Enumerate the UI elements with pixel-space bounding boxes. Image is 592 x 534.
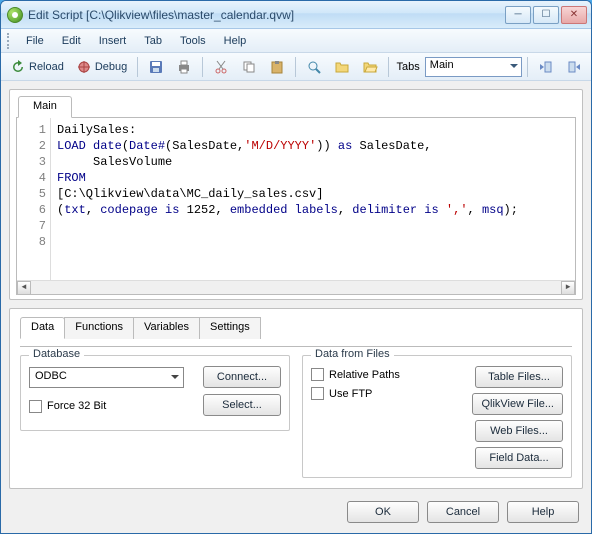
- code-text[interactable]: DailySales:LOAD date(Date#(SalesDate,'M/…: [51, 118, 575, 294]
- minimize-button[interactable]: ─: [505, 6, 531, 24]
- grip-icon: [7, 33, 11, 49]
- edit-script-window: Edit Script [C:\Qlikview\files\master_ca…: [0, 0, 592, 534]
- files-group: Data from Files Relative Paths Use FTP: [302, 355, 572, 478]
- content-area: Main 12345678 DailySales:LOAD date(Date#…: [1, 81, 591, 533]
- titlebar[interactable]: Edit Script [C:\Qlikview\files\master_ca…: [1, 1, 591, 29]
- debug-icon: [76, 59, 92, 75]
- web-files-button[interactable]: Web Files...: [475, 420, 563, 442]
- tab-move-left-button[interactable]: [533, 56, 559, 78]
- menu-tools[interactable]: Tools: [171, 32, 215, 50]
- maximize-button[interactable]: ☐: [533, 6, 559, 24]
- debug-label: Debug: [95, 61, 127, 73]
- save-icon: [148, 59, 164, 75]
- copy-button[interactable]: [236, 56, 262, 78]
- tab-data[interactable]: Data: [20, 317, 65, 339]
- use-ftp-checkbox[interactable]: Use FTP: [311, 387, 464, 400]
- find-button[interactable]: [301, 56, 327, 78]
- arrow-left-icon: [538, 59, 554, 75]
- app-icon: [7, 7, 23, 23]
- reload-icon: [10, 59, 26, 75]
- debug-button[interactable]: Debug: [71, 56, 132, 78]
- force32-checkbox[interactable]: Force 32 Bit: [29, 400, 106, 413]
- help-button[interactable]: Help: [507, 501, 579, 523]
- menu-file[interactable]: File: [17, 32, 53, 50]
- files-legend: Data from Files: [311, 348, 394, 360]
- tab-functions[interactable]: Functions: [64, 317, 134, 339]
- database-legend: Database: [29, 348, 84, 360]
- checkbox-icon: [311, 368, 324, 381]
- menubar: File Edit Insert Tab Tools Help: [1, 29, 591, 53]
- print-icon: [176, 59, 192, 75]
- save-button[interactable]: [143, 56, 169, 78]
- tab-settings[interactable]: Settings: [199, 317, 261, 339]
- checkbox-icon: [311, 387, 324, 400]
- menu-tab[interactable]: Tab: [135, 32, 171, 50]
- ftp-label: Use FTP: [329, 388, 372, 400]
- cut-button[interactable]: [208, 56, 234, 78]
- window-title: Edit Script [C:\Qlikview\files\master_ca…: [28, 8, 505, 22]
- tab-variables[interactable]: Variables: [133, 317, 200, 339]
- print-button[interactable]: [171, 56, 197, 78]
- relative-paths-checkbox[interactable]: Relative Paths: [311, 368, 464, 381]
- checkbox-icon: [29, 400, 42, 413]
- editor-panel: Main 12345678 DailySales:LOAD date(Date#…: [9, 89, 583, 300]
- table-files-button[interactable]: Table Files...: [475, 366, 563, 388]
- dialog-buttons: OK Cancel Help: [9, 497, 583, 523]
- arrow-right-icon: [566, 59, 582, 75]
- code-editor[interactable]: 12345678 DailySales:LOAD date(Date#(Sale…: [16, 117, 576, 295]
- tabs-label: Tabs: [394, 61, 423, 73]
- line-gutter: 12345678: [17, 118, 51, 294]
- menu-insert[interactable]: Insert: [90, 32, 136, 50]
- database-group: Database ODBC Connect... Force 32 Bit: [20, 355, 290, 431]
- force32-label: Force 32 Bit: [47, 400, 106, 412]
- tab-move-right-button[interactable]: [561, 56, 587, 78]
- scroll-left-icon[interactable]: ◄: [17, 281, 31, 295]
- close-button[interactable]: ✕: [561, 6, 587, 24]
- find-icon: [306, 59, 322, 75]
- bottom-panel: Data Functions Variables Settings Databa…: [9, 308, 583, 489]
- menu-edit[interactable]: Edit: [53, 32, 90, 50]
- open2-button[interactable]: [357, 56, 383, 78]
- folder-open-icon: [362, 59, 378, 75]
- connect-button[interactable]: Connect...: [203, 366, 281, 388]
- toolbar: Reload Debug Tabs Main: [1, 53, 591, 81]
- scroll-right-icon[interactable]: ►: [561, 281, 575, 295]
- reload-label: Reload: [29, 61, 64, 73]
- field-data-button[interactable]: Field Data...: [475, 447, 563, 469]
- cut-icon: [213, 59, 229, 75]
- select-button[interactable]: Select...: [203, 394, 281, 416]
- cancel-button[interactable]: Cancel: [427, 501, 499, 523]
- open-button[interactable]: [329, 56, 355, 78]
- script-tab-main[interactable]: Main: [18, 96, 72, 118]
- folder-icon: [334, 59, 350, 75]
- relative-label: Relative Paths: [329, 369, 400, 381]
- tabs-combo[interactable]: Main: [425, 57, 522, 77]
- ok-button[interactable]: OK: [347, 501, 419, 523]
- horizontal-scrollbar[interactable]: ◄ ►: [17, 280, 575, 294]
- copy-icon: [241, 59, 257, 75]
- paste-button[interactable]: [264, 56, 290, 78]
- database-type-combo[interactable]: ODBC: [29, 367, 184, 388]
- paste-icon: [269, 59, 285, 75]
- reload-button[interactable]: Reload: [5, 56, 69, 78]
- qlikview-file-button[interactable]: QlikView File...: [472, 393, 563, 415]
- menu-help[interactable]: Help: [215, 32, 256, 50]
